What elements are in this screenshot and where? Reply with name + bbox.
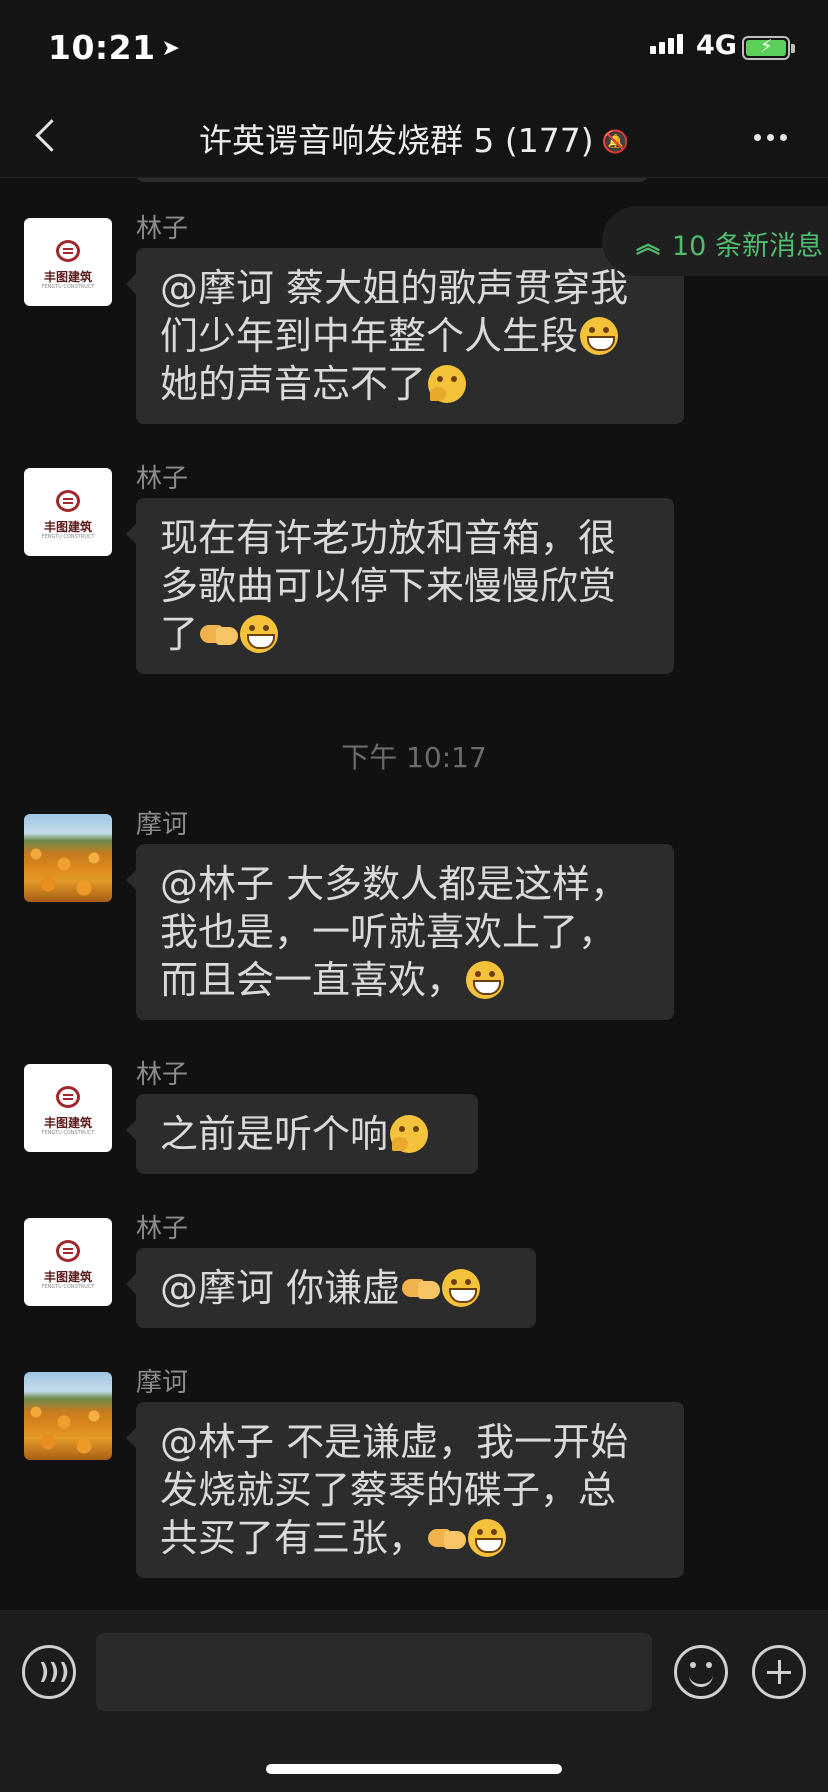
- message-line: @林子 不是谦虚，我一开始: [160, 1420, 629, 1464]
- network-label: 4G: [696, 30, 737, 61]
- message-line: 了: [160, 610, 650, 658]
- grinning-face-icon: [580, 317, 619, 355]
- company-logo-icon: [56, 1240, 80, 1262]
- message-line: 共买了有三张，: [160, 1514, 660, 1562]
- message-line: 发烧就买了蔡琴的碟子，总: [160, 1468, 617, 1512]
- sender-name: 林子: [136, 464, 189, 494]
- logo-subtext: FENGTU CONSTRUCT: [41, 534, 95, 540]
- logo-text: 丰图建筑: [43, 1270, 92, 1284]
- more-dots-icon: [754, 134, 761, 141]
- handshake-icon: [200, 615, 239, 653]
- message-bubble[interactable]: 现在有许老功放和音箱，很 多歌曲可以停下来慢慢欣赏 了: [126, 498, 674, 674]
- sender-name: 林子: [136, 214, 189, 244]
- message-line: @摩诃 你谦虚: [160, 1264, 512, 1312]
- thinking-face-icon: [390, 1115, 429, 1153]
- handshake-icon: [428, 1519, 467, 1557]
- avatar[interactable]: [24, 1372, 112, 1460]
- timestamp: 下午 10:17: [341, 741, 487, 774]
- logo-subtext: FENGTU CONSTRUCT: [41, 1130, 95, 1136]
- double-chevron-up-icon: ︽: [636, 230, 660, 258]
- logo-text: 丰图建筑: [43, 1116, 92, 1130]
- battery-icon: ⚡: [742, 36, 795, 60]
- message-bubble[interactable]: @摩诃 你谦虚: [126, 1248, 536, 1328]
- chat-title-text: 许英谔音响发烧群 5 (177): [198, 121, 594, 160]
- message-line: 现在有许老功放和音箱，很: [160, 516, 617, 560]
- chat-header: 许英谔音响发烧群 5 (177) 🔕: [0, 96, 828, 178]
- sender-name: 林子: [136, 1060, 189, 1090]
- message-line: 而且会一直喜欢，: [160, 956, 650, 1004]
- handshake-icon: [402, 1269, 441, 1307]
- message-line: 多歌曲可以停下来慢慢欣赏: [160, 564, 617, 608]
- message-line: @林子 大多数人都是这样，: [160, 862, 629, 906]
- grinning-face-icon: [468, 1519, 507, 1557]
- message-line: 我也是，一听就喜欢上了，: [160, 910, 617, 954]
- logo-text: 丰图建筑: [43, 520, 92, 534]
- avatar[interactable]: [24, 814, 112, 902]
- logo-text: 丰图建筑: [43, 270, 92, 284]
- message-bubble[interactable]: @林子 不是谦虚，我一开始 发烧就买了蔡琴的碟子，总 共买了有三张，: [126, 1402, 684, 1578]
- new-messages-label: 10 条新消息: [672, 231, 823, 262]
- emoji-button[interactable]: [674, 1645, 728, 1699]
- message-list[interactable]: 丰图建筑 FENGTU CONSTRUCT 林子 @摩诃 蔡大姐的歌声贯穿我 们…: [0, 178, 828, 1610]
- sender-name: 林子: [136, 1214, 189, 1244]
- home-indicator[interactable]: [266, 1764, 562, 1774]
- message-bubble[interactable]: @摩诃 蔡大姐的歌声贯穿我 们少年到中年整个人生段 她的声音忘不了: [126, 248, 684, 424]
- status-time-text: 10:21: [48, 28, 156, 67]
- chat-title: 许英谔音响发烧群 5 (177) 🔕: [0, 114, 828, 162]
- company-logo-icon: [56, 1086, 80, 1108]
- avatar[interactable]: 丰图建筑 FENGTU CONSTRUCT: [24, 1064, 112, 1152]
- voice-button[interactable]: ))): [22, 1645, 76, 1699]
- logo-subtext: FENGTU CONSTRUCT: [41, 1284, 95, 1290]
- bell-slash-icon: 🔕: [601, 130, 630, 155]
- message-line: 她的声音忘不了: [160, 360, 660, 408]
- message-line: 们少年到中年整个人生段: [160, 312, 660, 360]
- sender-name: 摩诃: [136, 810, 189, 840]
- company-logo-icon: [56, 240, 80, 262]
- plus-button[interactable]: [752, 1645, 806, 1699]
- sender-name: 摩诃: [136, 1368, 189, 1398]
- grinning-face-icon: [442, 1269, 481, 1307]
- company-logo-icon: [56, 490, 80, 512]
- message-bubble[interactable]: @林子 大多数人都是这样， 我也是，一听就喜欢上了， 而且会一直喜欢，: [126, 844, 674, 1020]
- avatar[interactable]: 丰图建筑 FENGTU CONSTRUCT: [24, 468, 112, 556]
- more-button[interactable]: [754, 126, 794, 146]
- new-messages-button[interactable]: ︽ 10 条新消息: [602, 206, 828, 276]
- voice-icon: ))): [39, 1660, 70, 1685]
- message-input[interactable]: [96, 1633, 652, 1711]
- message-bubble[interactable]: 之前是听个响: [126, 1094, 478, 1174]
- logo-subtext: FENGTU CONSTRUCT: [41, 284, 95, 290]
- status-bar: 10:21 ➤ 4G ⚡: [0, 0, 828, 96]
- message-line: @摩诃 蔡大姐的歌声贯穿我: [160, 266, 629, 310]
- grinning-face-icon: [240, 615, 279, 653]
- message-line: 之前是听个响: [160, 1110, 454, 1158]
- thinking-face-icon: [428, 365, 467, 403]
- location-arrow-icon: ➤: [161, 36, 181, 61]
- avatar[interactable]: 丰图建筑 FENGTU CONSTRUCT: [24, 1218, 112, 1306]
- avatar[interactable]: 丰图建筑 FENGTU CONSTRUCT: [24, 218, 112, 306]
- status-time: 10:21 ➤: [48, 28, 180, 67]
- signal-icon: [650, 34, 686, 54]
- previous-message-bubble[interactable]: [136, 178, 648, 182]
- grinning-face-icon: [466, 961, 505, 999]
